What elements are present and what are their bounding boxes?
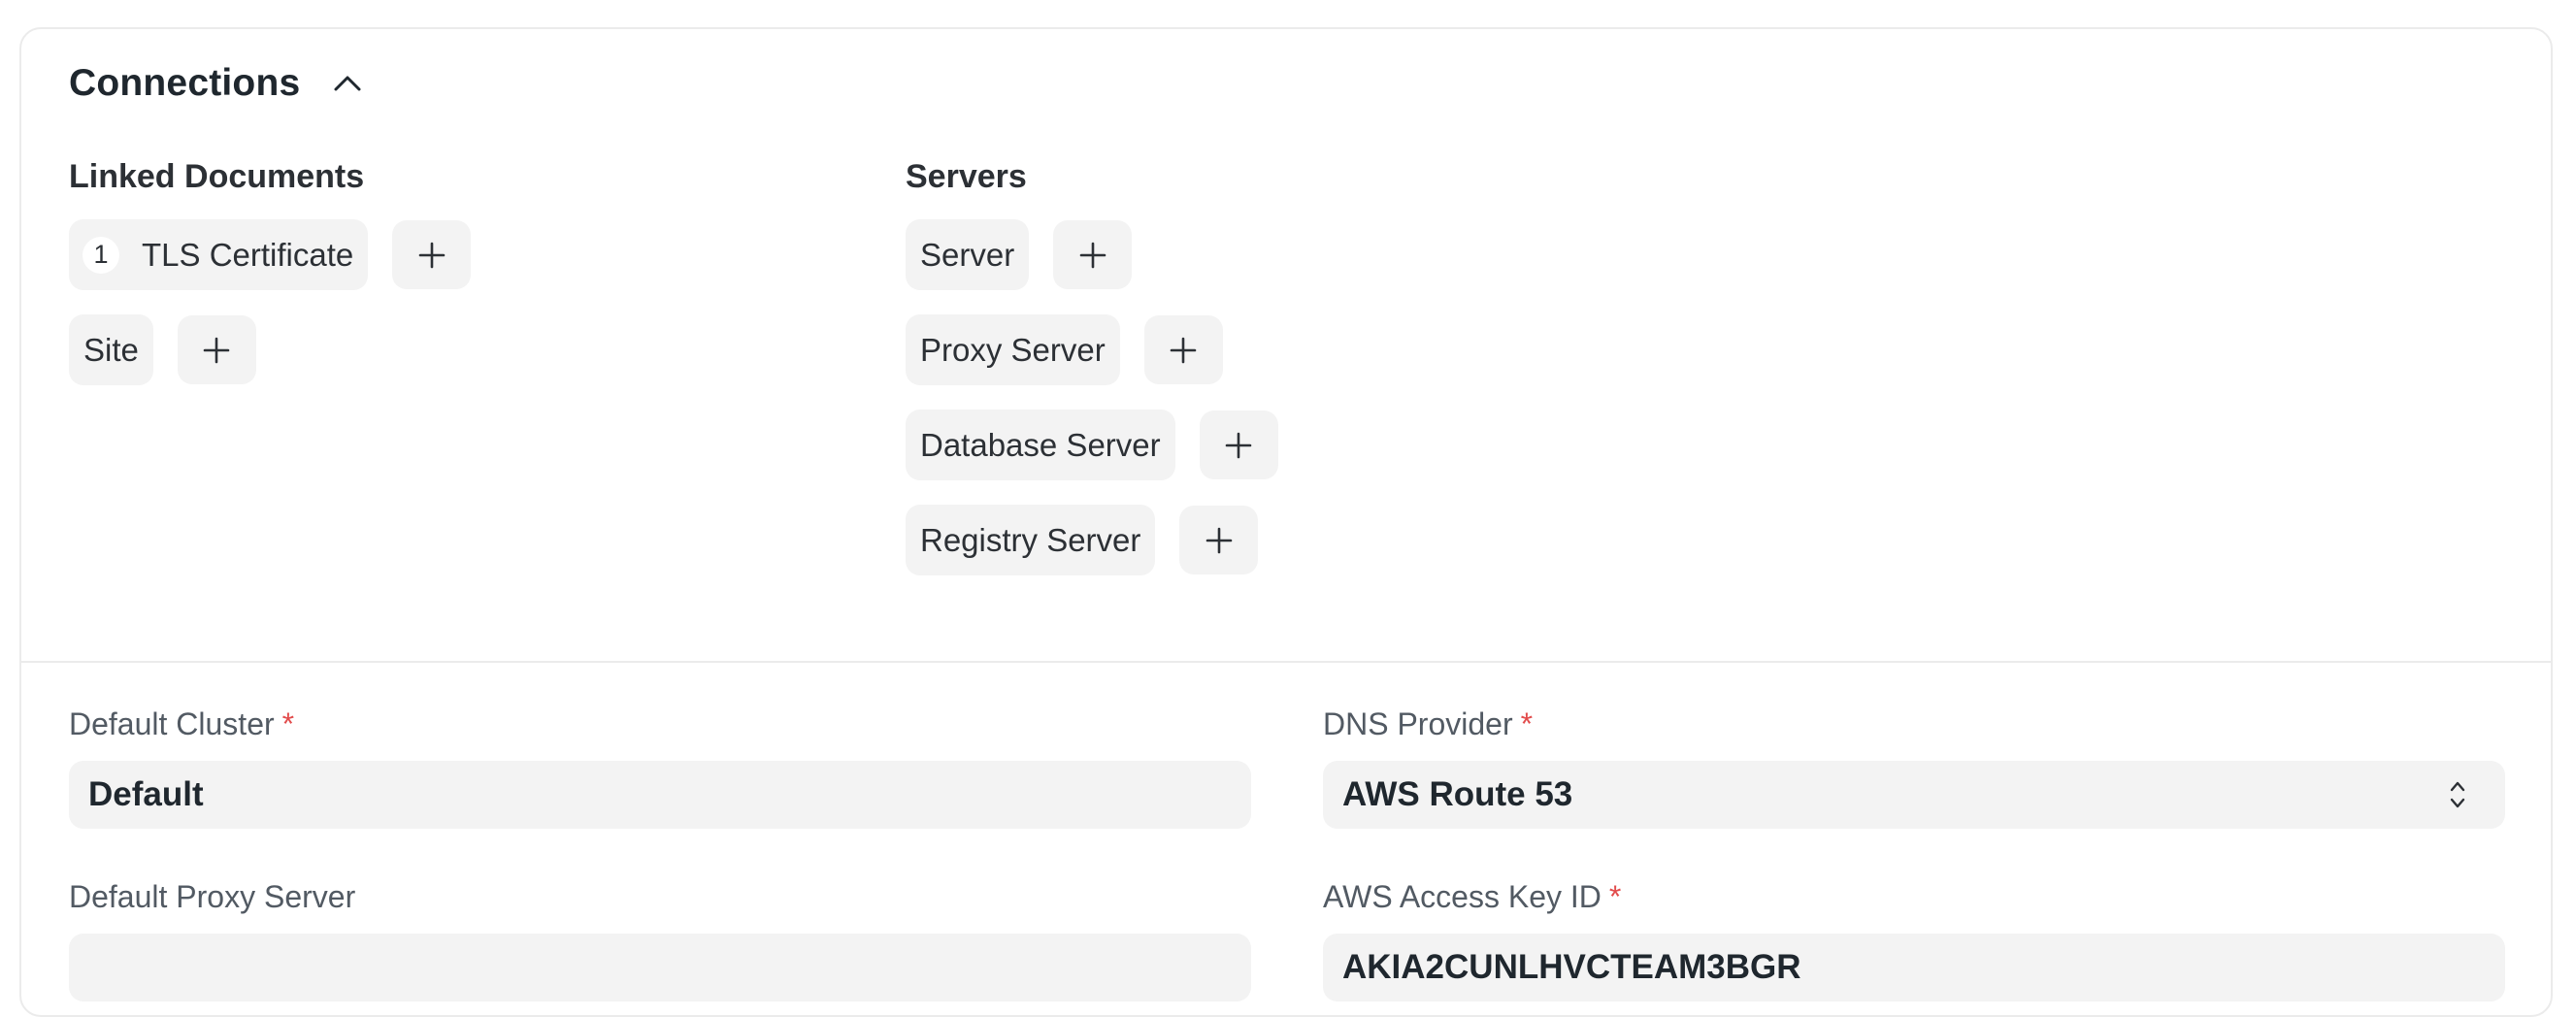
- default-cluster-input[interactable]: Default: [69, 761, 1251, 829]
- default-cluster-label: Default Cluster *: [69, 705, 1251, 743]
- server-row-server: Server: [906, 219, 1278, 290]
- default-proxy-server-label-text: Default Proxy Server: [69, 879, 356, 914]
- required-asterisk: *: [1608, 879, 1622, 914]
- tls-certificate-label: TLS Certificate: [142, 236, 354, 273]
- plus-icon: [1170, 337, 1197, 363]
- default-proxy-server-label: Default Proxy Server: [69, 877, 1251, 916]
- registry-server-label: Registry Server: [920, 521, 1141, 558]
- database-server-link[interactable]: Database Server: [906, 410, 1175, 480]
- plus-icon: [1225, 432, 1252, 458]
- plus-icon: [1205, 527, 1233, 553]
- section-divider: [21, 661, 2551, 663]
- aws-access-key-id-field: AWS Access Key ID * AKIA2CUNLHVCTEAM3BGR: [1323, 877, 2505, 1001]
- default-cluster-value: Default: [88, 775, 204, 813]
- tls-certificate-count: 1: [83, 236, 119, 274]
- dns-provider-value: AWS Route 53: [1342, 775, 1573, 813]
- add-tls-certificate-button[interactable]: [392, 220, 472, 289]
- site-link[interactable]: Site: [69, 314, 153, 385]
- linked-documents-group: Linked Documents 1 TLS Certificate Site: [69, 157, 472, 410]
- add-site-button[interactable]: [177, 315, 256, 384]
- proxy-server-link[interactable]: Proxy Server: [906, 314, 1120, 385]
- server-label: Server: [920, 236, 1015, 273]
- required-asterisk: *: [1520, 706, 1534, 741]
- plus-icon: [418, 242, 446, 268]
- server-link[interactable]: Server: [906, 219, 1030, 290]
- connections-card: Connections Linked Documents 1 TLS Certi…: [19, 27, 2553, 1017]
- dns-provider-field: DNS Provider * AWS Route 53: [1323, 705, 2505, 829]
- add-proxy-server-button[interactable]: [1143, 315, 1223, 384]
- servers-group: Servers Server Proxy Server Database Ser…: [906, 157, 1278, 600]
- dns-provider-label: DNS Provider *: [1323, 705, 2505, 743]
- server-row-database-server: Database Server: [906, 410, 1278, 480]
- database-server-label: Database Server: [920, 426, 1161, 463]
- registry-server-link[interactable]: Registry Server: [906, 505, 1156, 575]
- proxy-server-label: Proxy Server: [920, 331, 1106, 368]
- select-arrows-icon: [2447, 775, 2468, 814]
- plus-icon: [1079, 242, 1106, 268]
- site-label: Site: [83, 331, 139, 368]
- linked-documents-title: Linked Documents: [69, 158, 365, 195]
- server-row-registry-server: Registry Server: [906, 505, 1278, 575]
- servers-title: Servers: [906, 158, 1027, 195]
- linked-doc-row-site: Site: [69, 314, 471, 385]
- default-proxy-server-input[interactable]: [69, 934, 1251, 1001]
- dns-provider-label-text: DNS Provider: [1323, 706, 1513, 741]
- linked-doc-row-tls-certificate: 1 TLS Certificate: [69, 219, 472, 290]
- default-cluster-field: Default Cluster * Default: [69, 705, 1251, 829]
- plus-icon: [204, 337, 230, 363]
- default-cluster-label-text: Default Cluster: [69, 706, 275, 741]
- section-header: Connections: [69, 62, 364, 105]
- add-registry-server-button[interactable]: [1179, 506, 1259, 574]
- add-server-button[interactable]: [1053, 220, 1133, 289]
- aws-access-key-id-value: AKIA2CUNLHVCTEAM3BGR: [1342, 948, 1801, 986]
- required-asterisk: *: [281, 706, 295, 741]
- add-database-server-button[interactable]: [1199, 410, 1278, 479]
- aws-access-key-id-label: AWS Access Key ID *: [1323, 877, 2505, 916]
- default-proxy-server-field: Default Proxy Server: [69, 877, 1251, 1001]
- aws-access-key-id-label-text: AWS Access Key ID: [1323, 879, 1602, 914]
- section-title: Connections: [69, 62, 301, 104]
- aws-access-key-id-input[interactable]: AKIA2CUNLHVCTEAM3BGR: [1323, 934, 2505, 1001]
- server-row-proxy-server: Proxy Server: [906, 314, 1278, 385]
- dns-provider-select[interactable]: AWS Route 53: [1323, 761, 2505, 829]
- tls-certificate-link[interactable]: 1 TLS Certificate: [69, 219, 369, 290]
- chevron-up-icon[interactable]: [331, 67, 364, 100]
